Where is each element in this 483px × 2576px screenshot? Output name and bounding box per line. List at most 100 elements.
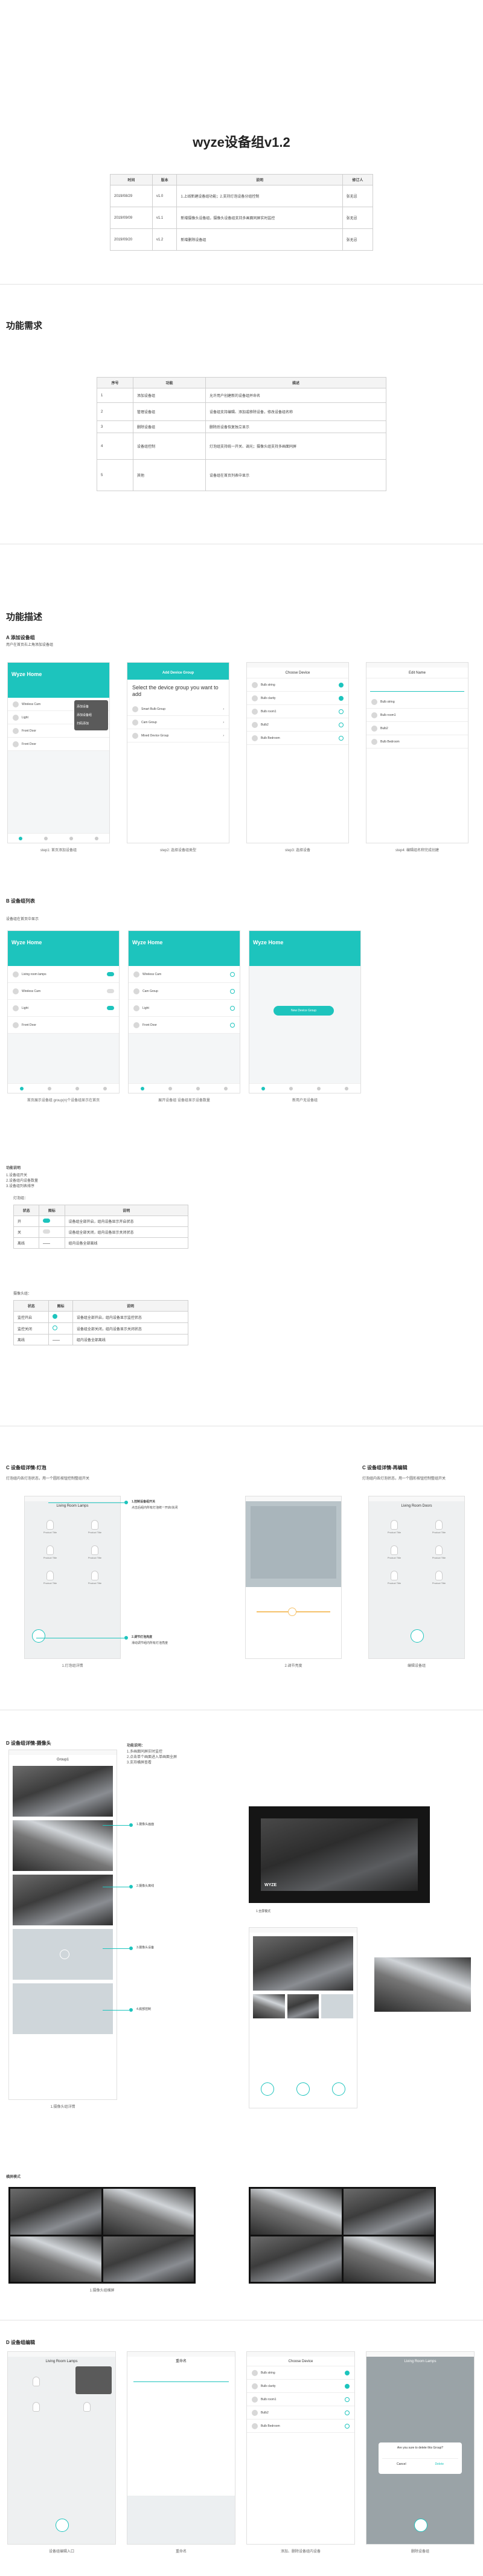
checkbox[interactable] <box>339 722 344 727</box>
list-item[interactable]: Mixed Device Group › <box>127 729 229 742</box>
list-item[interactable]: Bulb2 <box>247 2406 354 2420</box>
camera-feed-offline[interactable] <box>13 1929 113 1980</box>
home-icon[interactable] <box>261 1086 265 1090</box>
camera-feed[interactable] <box>261 1818 418 1891</box>
group-item[interactable]: Living room lamps <box>8 966 119 983</box>
home-icon[interactable] <box>19 836 22 840</box>
rename-input[interactable] <box>133 2372 229 2382</box>
menu-item-scan[interactable]: 扫码添加 <box>77 720 106 728</box>
camera-feed[interactable] <box>343 2236 434 2282</box>
bulb-tile[interactable]: Product Title <box>374 1567 415 1588</box>
list-item[interactable]: Bulb2 <box>247 718 348 732</box>
checkbox[interactable] <box>345 2397 350 2402</box>
camera-feed[interactable] <box>103 2236 194 2282</box>
list-item[interactable]: Bulb Bedroom <box>247 2420 354 2433</box>
event-icon[interactable] <box>48 1086 51 1090</box>
camera-feed[interactable] <box>13 1875 113 1925</box>
keyboard[interactable] <box>127 2496 235 2544</box>
camera-feed[interactable] <box>10 2236 101 2282</box>
list-item[interactable]: Bulb clarity <box>247 692 348 705</box>
camera-feed-large[interactable] <box>374 1957 471 2012</box>
list-item[interactable]: Wireless Cam <box>129 966 240 983</box>
bulb-tile[interactable]: Product Title <box>374 1516 415 1538</box>
record-button[interactable] <box>260 2082 274 2096</box>
bulb-tile[interactable]: Product Title <box>418 1516 459 1538</box>
checkbox[interactable] <box>339 735 344 741</box>
bulb-tile[interactable]: Product Title <box>30 1516 71 1538</box>
bulb-tile[interactable]: Product Title <box>74 1567 115 1588</box>
bulb-tile[interactable] <box>13 2397 60 2418</box>
checkbox[interactable] <box>345 2370 350 2375</box>
group-item[interactable]: Cam Group <box>129 983 240 1000</box>
menu-item-add-device[interactable]: 添加设备 <box>77 703 106 711</box>
list-item[interactable]: Front Door <box>129 1017 240 1034</box>
bulb-tile[interactable]: Product Title <box>74 1541 115 1563</box>
cancel-button[interactable]: Cancel <box>397 2462 406 2466</box>
account-icon[interactable] <box>95 836 98 840</box>
camera-feed-offline[interactable] <box>13 1983 113 2034</box>
talk-button[interactable] <box>332 2082 346 2096</box>
checkbox[interactable] <box>339 695 344 701</box>
group-power-button[interactable] <box>411 1629 424 1643</box>
list-item[interactable]: Wireless Cam <box>8 983 119 1000</box>
bulb-tile[interactable]: Product Title <box>30 1541 71 1563</box>
account-icon[interactable] <box>103 1086 107 1090</box>
checkbox[interactable] <box>345 2423 350 2429</box>
shop-icon[interactable] <box>317 1086 321 1090</box>
list-item[interactable]: Bulb string <box>247 678 348 692</box>
home-icon[interactable] <box>20 1086 24 1090</box>
shop-icon[interactable] <box>196 1086 200 1090</box>
bulb-tile[interactable]: Product Title <box>374 1541 415 1563</box>
bulb-tile[interactable]: Product Title <box>418 1567 459 1588</box>
group-toggle[interactable] <box>107 972 114 976</box>
list-item[interactable]: Bulb Bedroom <box>247 732 348 745</box>
camera-feed[interactable] <box>343 2189 434 2235</box>
checkbox[interactable] <box>345 2410 350 2415</box>
event-icon[interactable] <box>168 1086 172 1090</box>
toggle[interactable] <box>107 1006 114 1010</box>
checkbox[interactable] <box>345 2383 350 2389</box>
checkbox[interactable] <box>339 709 344 714</box>
camera-feed[interactable] <box>251 2189 342 2235</box>
bulb-tile[interactable] <box>63 2397 110 2418</box>
account-icon[interactable] <box>345 1086 348 1090</box>
event-icon[interactable] <box>44 836 48 840</box>
bulb-tile[interactable]: Product Title <box>30 1567 71 1588</box>
checkbox[interactable] <box>339 682 344 687</box>
camera-feed[interactable] <box>13 1766 113 1817</box>
shop-icon[interactable] <box>69 836 73 840</box>
new-group-button[interactable]: New Device Group <box>273 1006 334 1016</box>
account-icon[interactable] <box>224 1086 228 1090</box>
group-power-button[interactable] <box>56 2519 69 2532</box>
camera-feed[interactable] <box>253 1936 353 1991</box>
list-item[interactable]: Bulb string <box>247 2366 354 2380</box>
list-item[interactable]: Front Door <box>8 738 109 751</box>
edit-menu[interactable] <box>75 2366 112 2394</box>
delete-button[interactable]: Delete <box>435 2462 444 2466</box>
camera-feed[interactable] <box>13 1820 113 1871</box>
list-item[interactable]: Front Door <box>8 1017 119 1034</box>
snapshot-button[interactable] <box>296 2082 310 2096</box>
menu-item-add-group[interactable]: 添加设备组 <box>77 711 106 720</box>
camera-feed[interactable] <box>251 2236 342 2282</box>
group-power-button[interactable] <box>414 2519 427 2532</box>
bulb-tile[interactable]: Product Title <box>418 1541 459 1563</box>
list-item[interactable]: Smart Bulb Group › <box>127 703 229 716</box>
list-item[interactable]: Light <box>8 1000 119 1017</box>
list-item[interactable]: Bulb clarity <box>247 2380 354 2393</box>
bulb-tile[interactable]: Product Title <box>74 1516 115 1538</box>
bulb-tile[interactable] <box>13 2371 60 2393</box>
camera-thumb[interactable] <box>253 1994 285 2018</box>
group-power-button[interactable] <box>32 1629 45 1643</box>
event-icon[interactable] <box>289 1086 293 1090</box>
list-item[interactable]: Light <box>129 1000 240 1017</box>
group-name-input[interactable] <box>370 682 464 692</box>
camera-feed[interactable] <box>10 2189 101 2235</box>
camera-feed[interactable] <box>103 2189 194 2235</box>
home-icon[interactable] <box>141 1086 144 1090</box>
camera-thumb[interactable] <box>287 1994 319 2018</box>
list-item[interactable]: Cam Group › <box>127 716 229 729</box>
list-item[interactable]: Bulb room1 <box>247 2393 354 2406</box>
list-item[interactable]: Bulb room1 <box>247 705 348 718</box>
toggle[interactable] <box>107 989 114 993</box>
